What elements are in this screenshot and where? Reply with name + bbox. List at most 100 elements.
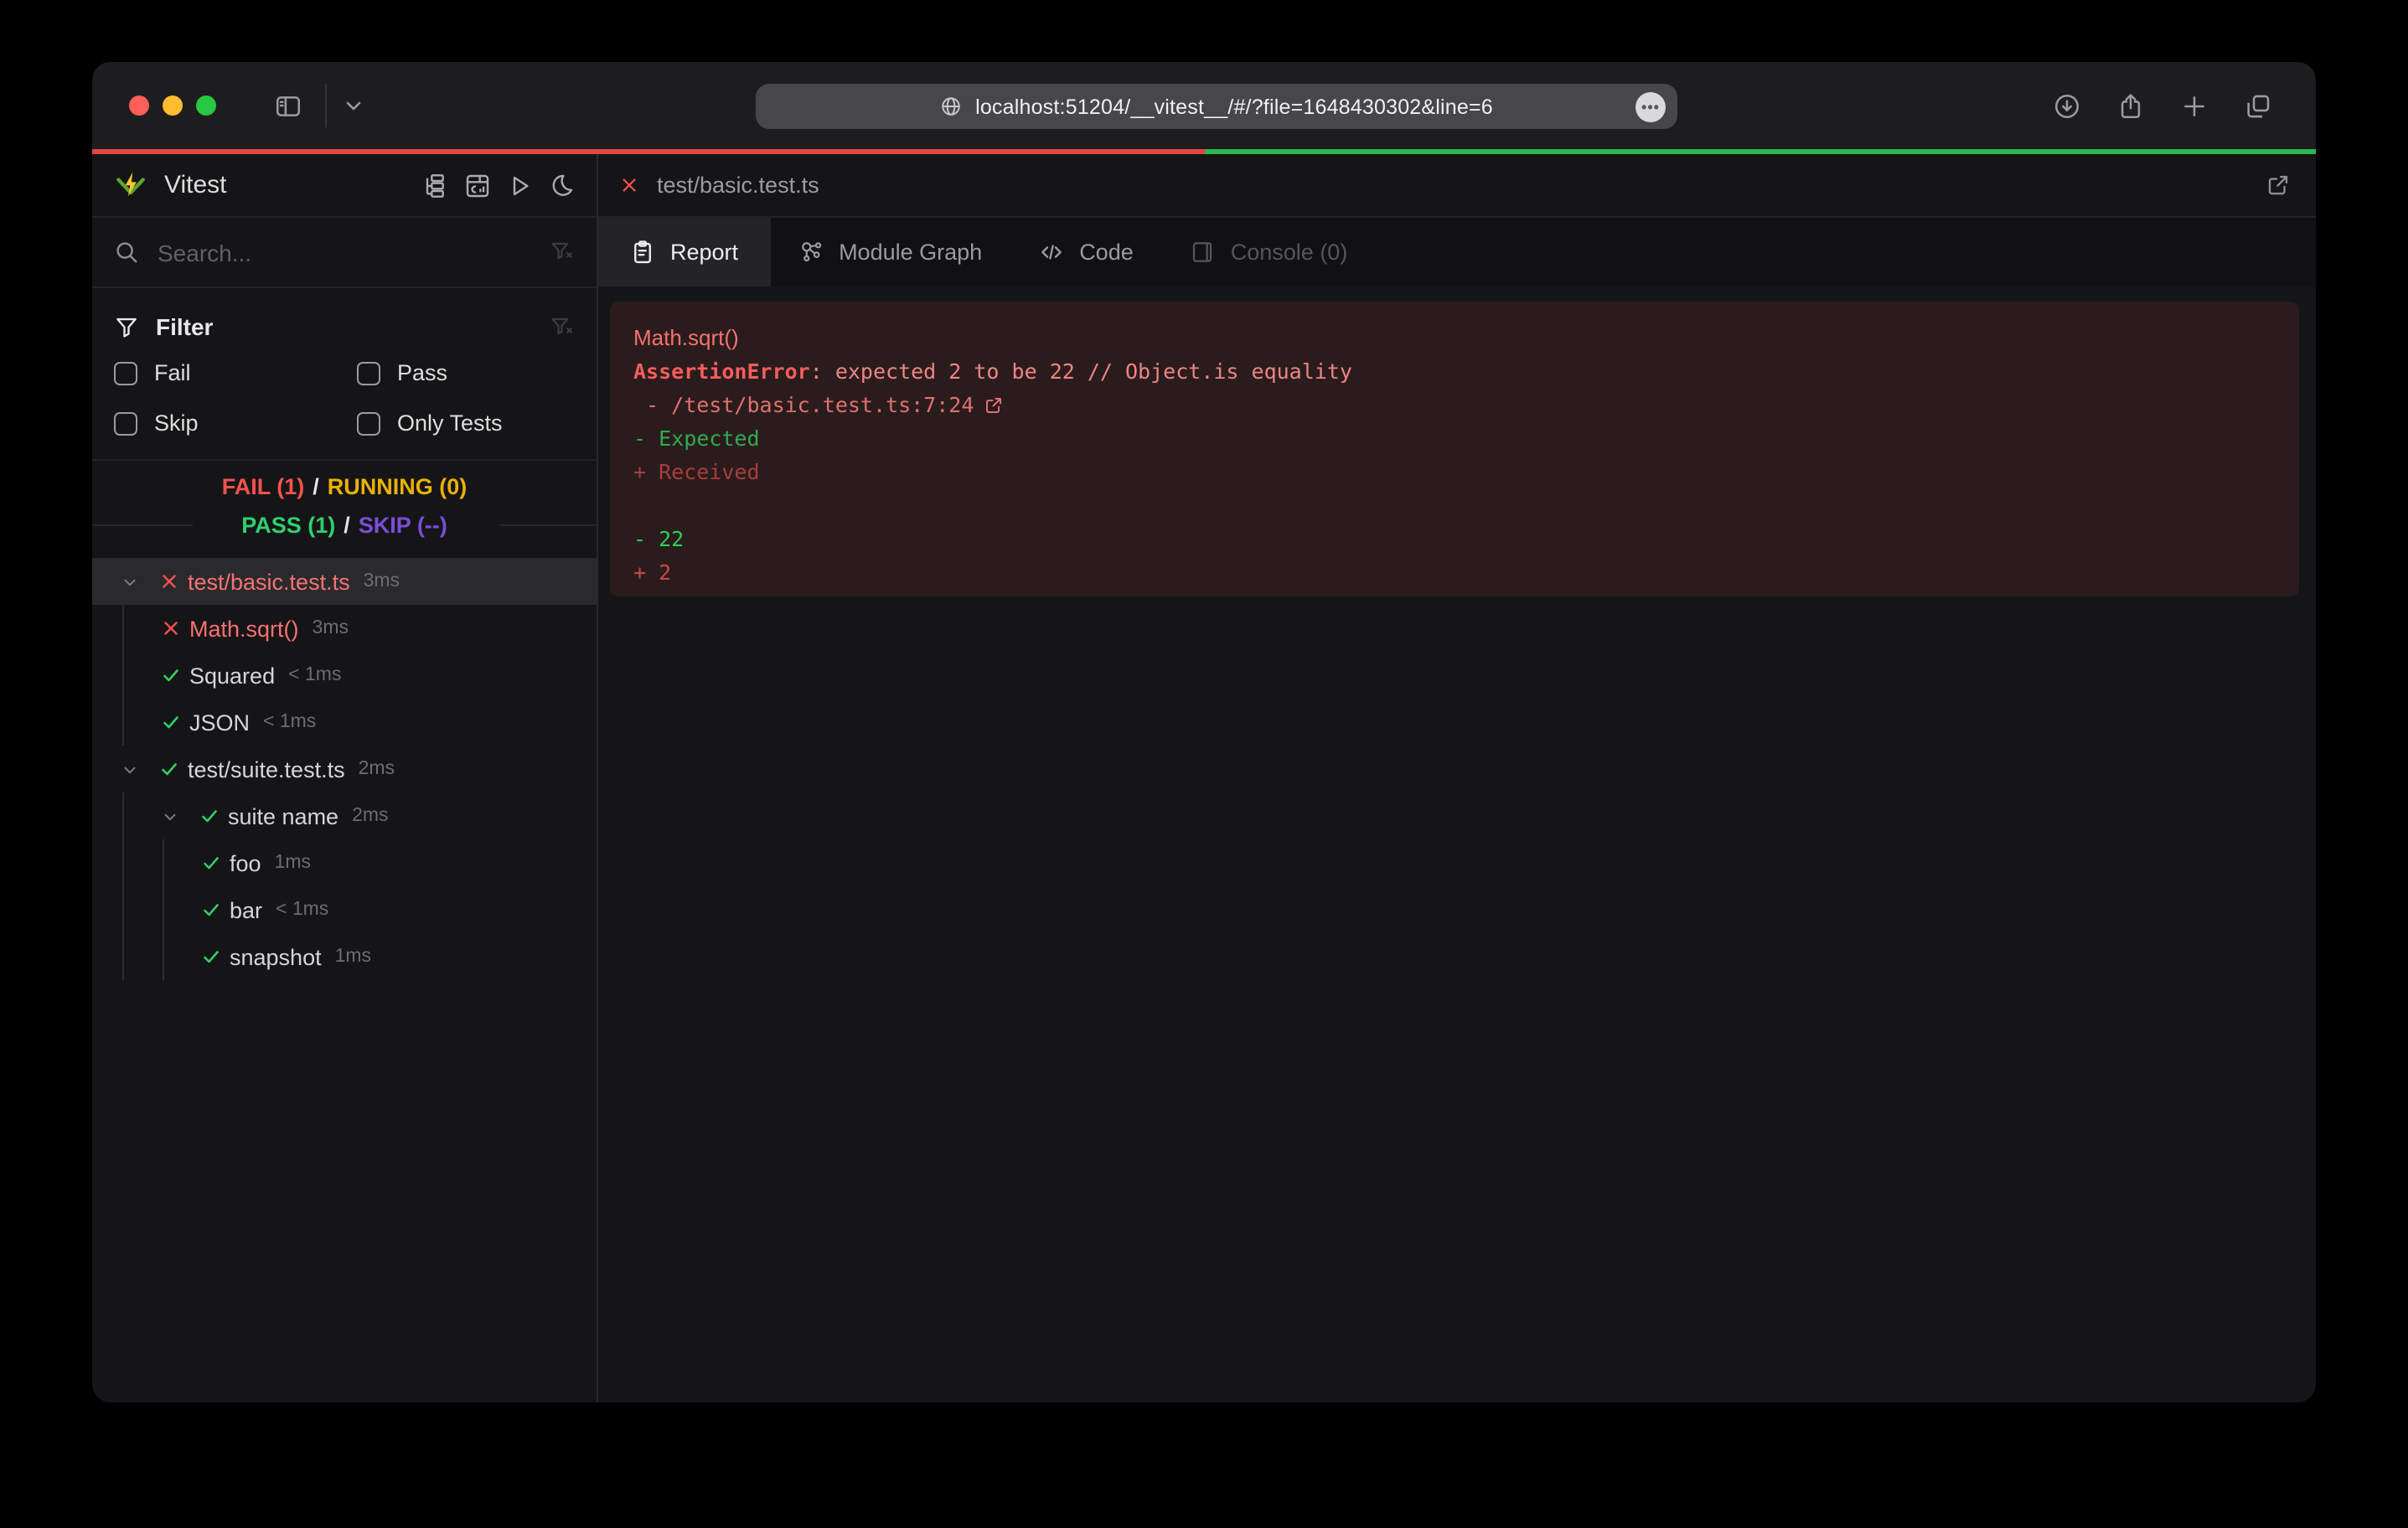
play-icon[interactable] — [506, 172, 533, 199]
tree-item-duration: 1ms — [275, 853, 311, 873]
diff-block: - Expected+ Received - 22+ 2 — [633, 422, 2276, 590]
tab-label: Report — [670, 240, 738, 265]
checkbox-label: Fail — [154, 360, 191, 385]
summary-row-1: FAIL (1) / RUNNING (0) — [92, 471, 597, 503]
checkbox-label: Only Tests — [397, 410, 503, 436]
tab-label: Module Graph — [839, 240, 982, 265]
checkbox[interactable] — [114, 411, 137, 435]
tree-row[interactable]: bar < 1ms — [92, 886, 597, 933]
tree-row[interactable]: Math.sqrt() 3ms — [92, 605, 597, 652]
tree-item-duration: < 1ms — [288, 665, 341, 685]
tab-label: Code — [1079, 240, 1134, 265]
tree-item-duration: < 1ms — [276, 900, 328, 920]
tree-item-label[interactable]: bar — [230, 897, 262, 922]
filter-checkbox-only-tests[interactable]: Only Tests — [357, 410, 575, 436]
tree-row[interactable]: test/basic.test.ts3ms — [92, 558, 597, 605]
tree-item-label[interactable]: test/basic.test.ts — [188, 569, 350, 594]
new-tab-icon[interactable] — [2180, 91, 2209, 120]
external-link-icon[interactable] — [2266, 173, 2291, 198]
tree-row[interactable]: Squared < 1ms — [92, 652, 597, 699]
dashboard-icon[interactable] — [464, 172, 491, 199]
tab-code[interactable]: Code — [1010, 218, 1162, 286]
tree-item-duration: 1ms — [335, 947, 371, 967]
error-message: : expected 2 to be 22 // Object.is equal… — [810, 359, 1352, 384]
sidebar-toggle-icon[interactable] — [271, 91, 305, 120]
browser-toolbar: localhost:51204/__vitest__/#/?file=16484… — [92, 62, 2316, 149]
tree-item-label[interactable]: foo — [230, 850, 261, 875]
pass-check-icon — [161, 665, 181, 685]
share-icon[interactable] — [2116, 91, 2145, 120]
checkbox[interactable] — [114, 361, 137, 385]
address-bar[interactable]: localhost:51204/__vitest__/#/?file=16484… — [756, 84, 1677, 129]
assertion-error-line: AssertionError: expected 2 to be 22 // O… — [633, 355, 2276, 389]
checkbox[interactable] — [357, 411, 380, 435]
diff-line: + 2 — [633, 556, 2276, 590]
chevron-down-icon[interactable] — [121, 572, 139, 591]
browser-window: localhost:51204/__vitest__/#/?file=16484… — [92, 62, 2316, 1402]
tree-row[interactable]: test/suite.test.ts 2ms — [92, 746, 597, 792]
close-icon[interactable] — [620, 176, 638, 194]
tree-row[interactable]: suite name 2ms — [92, 792, 597, 839]
diff-line: - 22 — [633, 523, 2276, 556]
tree-item-duration: 2ms — [352, 806, 388, 826]
pass-check-icon — [201, 853, 221, 873]
tree-guide — [122, 699, 124, 746]
clear-filter-icon[interactable] — [550, 314, 575, 339]
filter-checkbox-fail[interactable]: Fail — [114, 360, 357, 385]
fail-x-icon — [159, 571, 179, 591]
filter-checkbox-skip[interactable]: Skip — [114, 410, 357, 436]
chevron-down-icon[interactable] — [121, 760, 139, 778]
external-link-icon[interactable] — [984, 395, 1004, 415]
tree-item-label[interactable]: Squared — [189, 663, 275, 688]
search-input[interactable] — [154, 237, 550, 267]
tree-item-label[interactable]: snapshot — [230, 944, 322, 969]
summary-separator: / — [313, 474, 319, 499]
tree-view-icon[interactable] — [422, 172, 449, 199]
tree-guide — [122, 792, 124, 839]
page-menu-button[interactable]: ••• — [1635, 91, 1666, 121]
pass-check-icon — [159, 759, 179, 779]
pass-count: PASS (1) — [241, 513, 335, 538]
tree-item-duration: 3ms — [313, 618, 349, 638]
tab-report[interactable]: Report — [598, 218, 770, 286]
moon-icon[interactable] — [548, 172, 575, 199]
tree-row[interactable]: foo 1ms — [92, 839, 597, 886]
url-text[interactable]: localhost:51204/__vitest__/#/?file=16484… — [975, 95, 1493, 118]
tree-item-label[interactable]: suite name — [228, 803, 338, 829]
tree-item-duration: < 1ms — [263, 712, 316, 732]
tree-row[interactable]: snapshot 1ms — [92, 933, 597, 980]
download-icon[interactable] — [2053, 91, 2081, 120]
tree-item-duration: 2ms — [359, 759, 395, 779]
report-content: Math.sqrt() AssertionError: expected 2 t… — [598, 286, 2316, 1402]
tab-label: Console (0) — [1231, 240, 1348, 265]
tree-item-label[interactable]: JSON — [189, 710, 250, 735]
app-title: Vitest — [164, 171, 227, 199]
clear-filter-icon[interactable] — [550, 240, 575, 265]
stack-trace-line[interactable]: - /test/basic.test.ts:7:24 — [633, 389, 2276, 422]
screen: localhost:51204/__vitest__/#/?file=16484… — [0, 0, 2408, 1528]
tab-overview-icon[interactable] — [2244, 91, 2272, 120]
error-panel: Math.sqrt() AssertionError: expected 2 t… — [610, 302, 2299, 596]
tree-guide — [162, 933, 163, 980]
vitest-logo — [114, 168, 147, 202]
tab-module-graph[interactable]: Module Graph — [770, 218, 1010, 286]
zoom-window-button[interactable] — [196, 96, 216, 116]
chevron-down-icon[interactable] — [344, 96, 364, 116]
minimize-window-button[interactable] — [163, 96, 183, 116]
failed-test-title: Math.sqrt() — [633, 322, 2276, 355]
stack-location[interactable]: - /test/basic.test.ts:7:24 — [633, 392, 974, 417]
tree-item-label[interactable]: test/suite.test.ts — [188, 756, 345, 782]
summary-divider — [92, 524, 193, 526]
tree-guide — [122, 652, 124, 699]
chevron-down-icon[interactable] — [161, 807, 179, 825]
summary-separator: / — [344, 513, 350, 538]
report-tabs: Report Module Graph Code — [598, 218, 2316, 286]
tree-guide — [162, 886, 163, 933]
tree-item-label[interactable]: Math.sqrt() — [189, 616, 299, 641]
close-window-button[interactable] — [129, 96, 149, 116]
filter-checkbox-pass[interactable]: Pass — [357, 360, 575, 385]
checkbox[interactable] — [357, 361, 380, 385]
tab-console[interactable]: Console (0) — [1162, 218, 1377, 286]
tree-row[interactable]: JSON < 1ms — [92, 699, 597, 746]
checkbox-label: Skip — [154, 410, 199, 436]
